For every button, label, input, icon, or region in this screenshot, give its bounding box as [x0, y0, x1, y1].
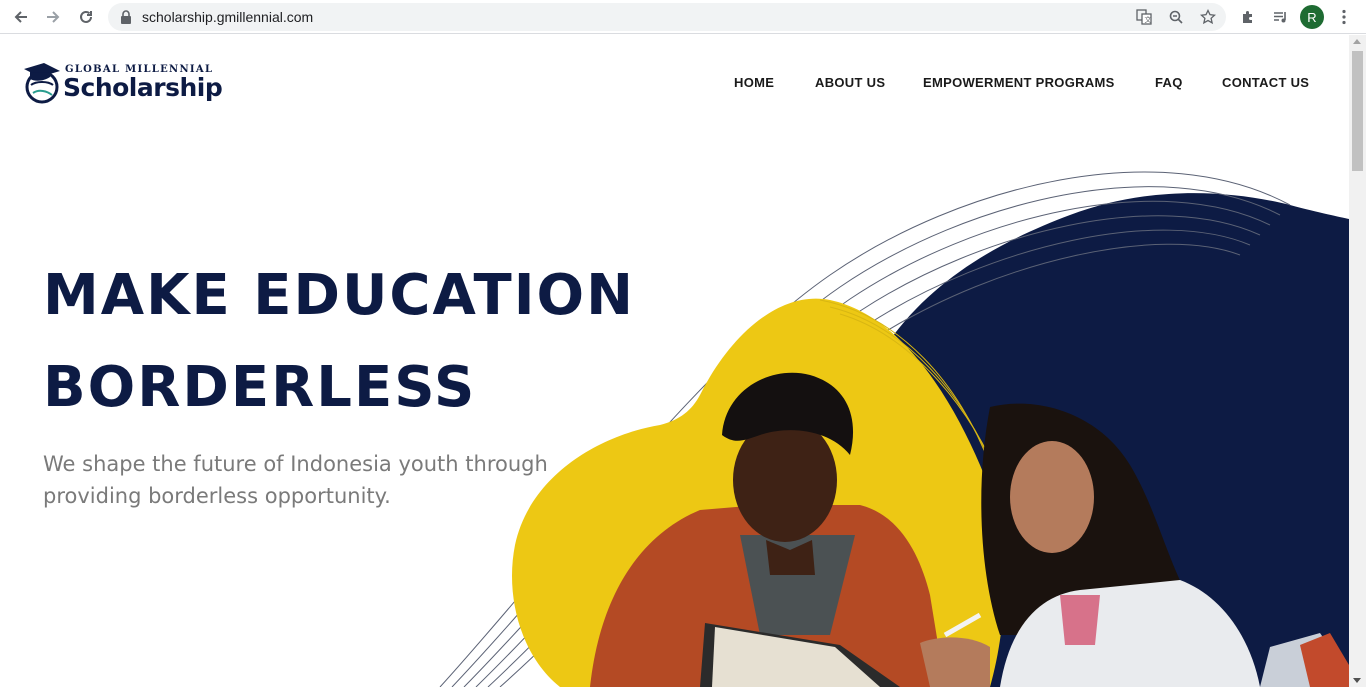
- menu-kebab-icon[interactable]: [1333, 6, 1355, 28]
- nav-faq[interactable]: FAQ: [1155, 75, 1183, 90]
- logo-line-2: Scholarship: [63, 73, 223, 102]
- browser-toolbar: scholarship.gmillennial.com 文 R: [0, 0, 1366, 34]
- scroll-thumb[interactable]: [1352, 51, 1363, 171]
- nav-contact-us[interactable]: CONTACT US: [1222, 75, 1309, 90]
- forward-arrow-icon[interactable]: [42, 6, 64, 28]
- scroll-down-arrow-icon[interactable]: [1353, 678, 1361, 683]
- graduation-cap-globe-icon: [24, 63, 60, 104]
- translate-icon[interactable]: 文: [1135, 8, 1153, 26]
- bookmark-star-icon[interactable]: [1199, 8, 1217, 26]
- site-logo[interactable]: GLOBAL MILLENNIAL Scholarship: [22, 59, 223, 107]
- hero-subtitle: We shape the future of Indonesia youth t…: [43, 452, 548, 508]
- back-arrow-icon[interactable]: [10, 6, 32, 28]
- url-text[interactable]: scholarship.gmillennial.com: [142, 9, 313, 25]
- vertical-scrollbar[interactable]: [1349, 35, 1366, 687]
- nav-home[interactable]: HOME: [734, 75, 774, 90]
- nav-empowerment-programs[interactable]: EMPOWERMENT PROGRAMS: [923, 75, 1115, 90]
- address-bar[interactable]: scholarship.gmillennial.com 文: [108, 3, 1226, 31]
- zoom-icon[interactable]: [1167, 8, 1185, 26]
- extensions-icon[interactable]: [1237, 6, 1259, 28]
- hero-title-line-1: MAKE EDUCATION: [43, 263, 636, 328]
- profile-avatar[interactable]: R: [1300, 5, 1324, 29]
- nav-about-us[interactable]: ABOUT US: [815, 75, 885, 90]
- scroll-up-arrow-icon[interactable]: [1353, 39, 1361, 44]
- lock-icon: [120, 10, 132, 29]
- reload-icon[interactable]: [75, 6, 97, 28]
- media-playlist-icon[interactable]: [1269, 6, 1291, 28]
- hero-title-line-2: BORDERLESS: [43, 355, 477, 420]
- web-page: GLOBAL MILLENNIAL Scholarship HOME ABOUT…: [0, 35, 1349, 687]
- svg-text:文: 文: [1145, 15, 1152, 24]
